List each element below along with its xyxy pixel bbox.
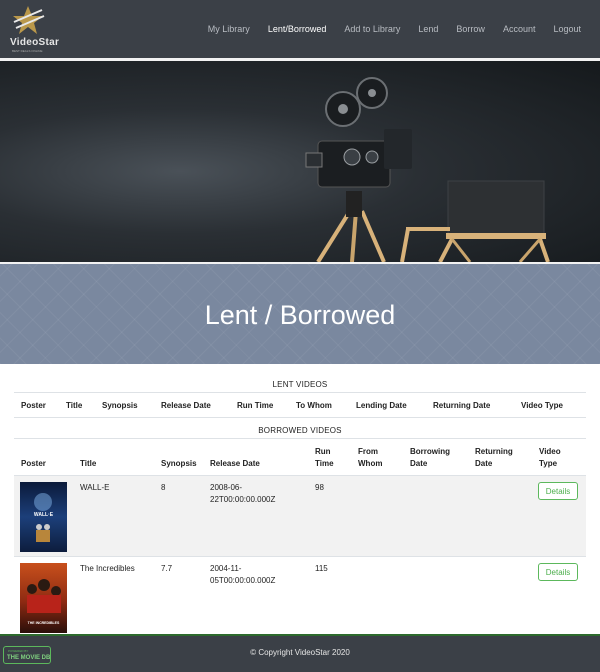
borrowed-col-from-whom: From Whom: [358, 446, 382, 470]
cell-title: WALL-E: [80, 483, 110, 492]
lent-col-synopsis: Synopsis: [102, 401, 138, 410]
movie-poster-wall-e[interactable]: WALL·E: [20, 482, 67, 552]
page-banner: Lent / Borrowed: [0, 264, 600, 364]
cell-line: 22T00:00:00.000Z: [210, 495, 276, 504]
film-camera-illustration: [305, 77, 550, 262]
nav-add-to-library[interactable]: Add to Library: [335, 24, 409, 34]
main-content: LENT VIDEOS Poster Title Synopsis Releas…: [0, 364, 600, 634]
lent-col-poster: Poster: [21, 401, 46, 410]
borrowed-col-synopsis: Synopsis: [161, 459, 197, 468]
navbar: VideoStar BEST DEALS ONLINE My Library L…: [0, 0, 600, 58]
header-line: Returning: [475, 447, 513, 456]
cell-line: 2008-06-: [210, 483, 243, 492]
header-line: Run: [315, 447, 331, 456]
header-line: Video: [539, 447, 561, 456]
cell-run-time: 98: [315, 483, 324, 492]
cell-synopsis: 8: [161, 483, 166, 492]
brand-logo[interactable]: VideoStar BEST DEALS ONLINE: [8, 4, 68, 54]
lent-col-title: Title: [66, 401, 83, 410]
borrowed-col-video-type: Video Type: [539, 446, 561, 470]
header-line: Whom: [358, 459, 383, 468]
cell-line: 2004-11-: [210, 564, 242, 573]
divider: [14, 417, 586, 418]
star-logo-icon: [13, 6, 45, 34]
header-line: From: [358, 447, 378, 456]
cell-run-time: 115: [315, 564, 328, 573]
nav-lend[interactable]: Lend: [409, 24, 447, 34]
lent-videos-caption: LENT VIDEOS: [272, 380, 328, 389]
borrowed-col-poster: Poster: [21, 459, 46, 468]
nav-borrow[interactable]: Borrow: [447, 24, 494, 34]
nav-my-library[interactable]: My Library: [199, 24, 259, 34]
lent-col-returning-date: Returning Date: [433, 401, 491, 410]
nav-lent-borrowed[interactable]: Lent/Borrowed: [259, 24, 336, 34]
borrowed-videos-caption: BORROWED VIDEOS: [258, 426, 342, 435]
header-line: Borrowing: [410, 447, 450, 456]
cell-line: 05T00:00:00.000Z: [210, 576, 276, 585]
lent-col-video-type: Video Type: [521, 401, 563, 410]
cell-release-date: 2008-06- 22T00:00:00.000Z: [210, 482, 275, 506]
brand-name: VideoStar: [10, 37, 60, 48]
header-line: Date: [410, 459, 428, 468]
brand-tagline: BEST DEALS ONLINE: [12, 49, 43, 53]
page-title: Lent / Borrowed: [204, 299, 396, 330]
header-line: Date: [475, 459, 493, 468]
cell-synopsis: 7.7: [161, 564, 173, 573]
poster-title: WALL·E: [33, 512, 54, 518]
nav-account[interactable]: Account: [494, 24, 545, 34]
poster-title: THE INCREDIBLES: [27, 621, 60, 625]
header-line: Time: [315, 459, 334, 468]
header-line: Type: [539, 459, 558, 468]
copyright-text: © Copyright VideoStar 2020: [250, 648, 350, 657]
borrowed-col-title: Title: [80, 459, 97, 468]
lent-col-run-time: Run Time: [237, 401, 274, 410]
borrowed-col-run-time: Run Time: [315, 446, 334, 470]
details-button[interactable]: Details: [538, 563, 578, 581]
borrowed-col-release-date: Release Date: [210, 459, 260, 468]
table-row: WALL·E WALL-E 8 2008-06- 22T00:00:00.000…: [14, 476, 586, 556]
cell-release-date: 2004-11- 05T00:00:00.000Z: [210, 563, 275, 587]
borrowed-col-borrowing-date: Borrowing Date: [410, 446, 450, 470]
details-button[interactable]: Details: [538, 482, 578, 500]
nav-logout[interactable]: Logout: [544, 24, 590, 34]
nav-links: My Library Lent/Borrowed Add to Library …: [199, 0, 590, 58]
lent-col-release-date: Release Date: [161, 401, 211, 410]
movie-poster-the-incredibles[interactable]: THE INCREDIBLES: [20, 563, 67, 633]
lent-col-to-whom: To Whom: [296, 401, 332, 410]
divider: [14, 392, 586, 393]
table-row: THE INCREDIBLES The Incredibles 7.7 2004…: [14, 557, 586, 634]
cell-title: The Incredibles: [80, 564, 135, 573]
lent-col-lending-date: Lending Date: [356, 401, 407, 410]
divider: [14, 438, 586, 439]
footer: POWERED BY THE MOVIE DB © Copyright Vide…: [0, 634, 600, 672]
hero-image: [0, 61, 600, 262]
borrowed-col-returning-date: Returning Date: [475, 446, 513, 470]
